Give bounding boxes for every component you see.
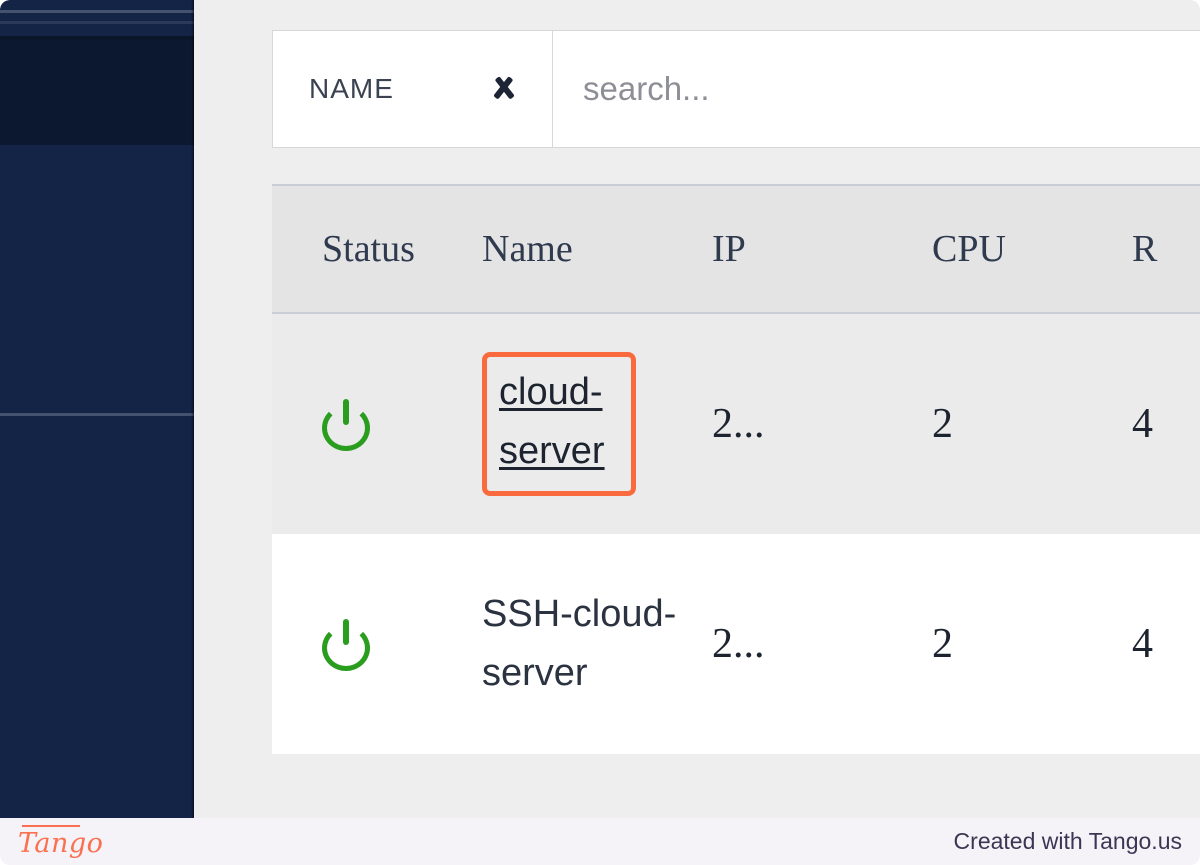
row-cpu-value: 2 <box>932 620 953 667</box>
power-icon[interactable] <box>322 619 372 671</box>
tango-logo[interactable]: Tango <box>18 824 103 859</box>
column-header-cpu[interactable]: CPU <box>892 227 1092 271</box>
row-status-cell <box>272 399 452 451</box>
left-sidebar[interactable] <box>0 0 194 818</box>
sidebar-section-body[interactable] <box>0 145 194 413</box>
power-icon[interactable] <box>322 399 372 451</box>
row-cpu-cell: 2 <box>892 614 1092 675</box>
tango-footer: Tango Created with Tango.us <box>0 818 1200 865</box>
sidebar-band-3 <box>0 24 194 36</box>
name-filter-dropdown[interactable]: NAME <box>272 30 552 148</box>
filter-bar: NAME <box>272 30 1200 148</box>
column-header-name[interactable]: Name <box>452 227 682 271</box>
server-name-text[interactable]: SSH-cloud-server <box>482 585 682 703</box>
row-ram-cell: 4 <box>1092 394 1200 455</box>
tango-credit-text: Created with Tango.us <box>953 828 1182 854</box>
row-ip-value: 2... <box>712 620 765 667</box>
search-input[interactable] <box>583 70 1200 108</box>
row-ram-cell: 4 <box>1092 614 1200 675</box>
sidebar-active-section[interactable] <box>0 40 194 145</box>
table-header-row: Status Name IP CPU R <box>272 184 1200 314</box>
chevron-down-icon <box>484 76 524 102</box>
row-name-cell: cloud-server <box>452 352 682 496</box>
screenshot-root: NAME Status Name IP CPU R <box>0 0 1200 865</box>
table-row[interactable]: SSH-cloud-server 2... 2 4 <box>272 534 1200 754</box>
row-ram-value: 4 <box>1132 620 1153 667</box>
sidebar-band-top <box>0 0 194 10</box>
name-filter-dropdown-label: NAME <box>309 73 394 104</box>
sidebar-band-2 <box>0 13 194 21</box>
highlight-outline: cloud-server <box>482 352 636 496</box>
row-ip-value: 2... <box>712 400 765 447</box>
row-ram-value: 4 <box>1132 400 1153 447</box>
servers-table: Status Name IP CPU R cloud-server 2... 2… <box>272 184 1200 754</box>
sidebar-section-footer[interactable] <box>0 416 194 818</box>
row-cpu-value: 2 <box>932 400 953 447</box>
main-panel: NAME Status Name IP CPU R <box>194 0 1200 818</box>
search-box[interactable] <box>552 30 1200 148</box>
app-viewport: NAME Status Name IP CPU R <box>0 0 1200 818</box>
column-header-ip[interactable]: IP <box>682 227 892 271</box>
row-status-cell <box>272 619 452 671</box>
column-header-status[interactable]: Status <box>272 227 452 271</box>
row-cpu-cell: 2 <box>892 394 1092 455</box>
server-name-link[interactable]: cloud-server <box>499 363 619 481</box>
table-row[interactable]: cloud-server 2... 2 4 <box>272 314 1200 534</box>
row-ip-cell: 2... <box>682 394 892 455</box>
row-ip-cell: 2... <box>682 614 892 675</box>
column-header-ram[interactable]: R <box>1092 227 1200 271</box>
row-name-cell: SSH-cloud-server <box>452 585 682 703</box>
